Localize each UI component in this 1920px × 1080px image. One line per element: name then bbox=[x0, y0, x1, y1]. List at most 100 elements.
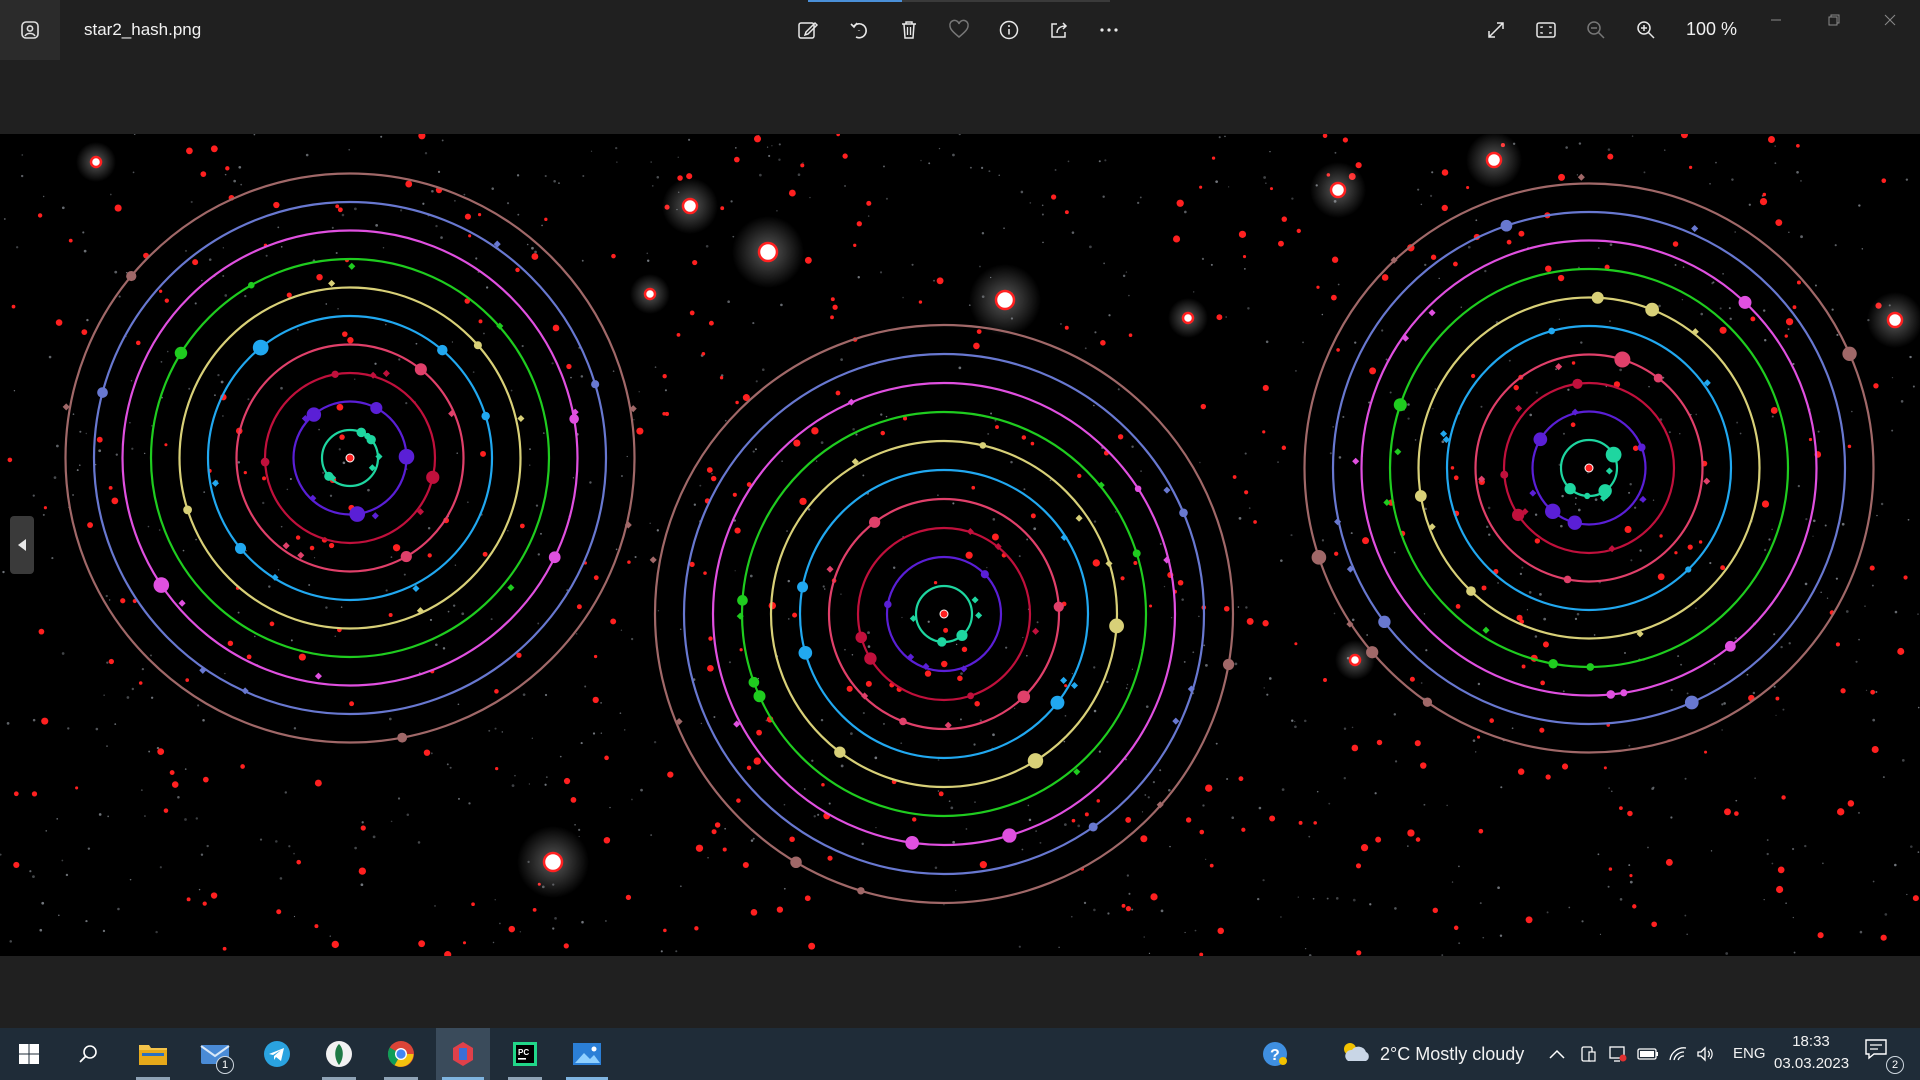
star-marker bbox=[830, 315, 834, 320]
star-marker bbox=[185, 678, 190, 682]
star-marker bbox=[87, 522, 94, 529]
star-marker bbox=[604, 837, 611, 843]
planet bbox=[857, 887, 865, 895]
file-explorer-app[interactable] bbox=[126, 1028, 180, 1080]
weather-icon[interactable] bbox=[1340, 1040, 1372, 1064]
previous-image-button[interactable] bbox=[10, 516, 34, 574]
planet bbox=[884, 600, 892, 609]
leaf-icon bbox=[326, 1041, 352, 1067]
close-button[interactable] bbox=[1867, 4, 1913, 36]
star-marker bbox=[75, 786, 79, 790]
star-marker bbox=[804, 256, 812, 264]
minimize-button[interactable] bbox=[1753, 4, 1799, 36]
telegram-app[interactable] bbox=[250, 1028, 304, 1080]
star-marker bbox=[495, 767, 499, 771]
edit-image-button[interactable] bbox=[790, 12, 826, 48]
input-language[interactable]: ENG bbox=[1733, 1045, 1766, 1062]
star-marker bbox=[835, 390, 841, 396]
battery-icon[interactable] bbox=[1636, 1042, 1660, 1066]
star-marker bbox=[1149, 604, 1153, 608]
search-button[interactable] bbox=[62, 1028, 116, 1080]
jetbrains-toolbox-app[interactable] bbox=[436, 1028, 490, 1080]
photos-app[interactable] bbox=[560, 1028, 614, 1080]
more-options-button[interactable] bbox=[1091, 12, 1127, 48]
star-marker bbox=[592, 696, 599, 704]
star-marker bbox=[1117, 434, 1124, 440]
show-hidden-icons-button[interactable] bbox=[1545, 1042, 1569, 1066]
star-marker bbox=[880, 430, 886, 436]
weather-text[interactable]: 2°C Mostly cloudy bbox=[1380, 1044, 1524, 1065]
star-marker bbox=[853, 243, 857, 247]
star-marker bbox=[1092, 559, 1100, 567]
star-marker bbox=[515, 267, 520, 273]
share-button[interactable] bbox=[1041, 12, 1077, 48]
star-map-image bbox=[0, 134, 1920, 956]
star-marker bbox=[1298, 820, 1303, 825]
planet bbox=[1605, 446, 1622, 463]
star-marker bbox=[1781, 795, 1786, 800]
planet bbox=[1053, 601, 1064, 612]
star-marker bbox=[1238, 776, 1244, 782]
start-button[interactable] bbox=[2, 1028, 56, 1080]
star-marker bbox=[296, 859, 302, 865]
star-marker bbox=[1775, 696, 1780, 701]
planet bbox=[737, 595, 748, 606]
star-marker bbox=[314, 779, 322, 787]
mongodb-compass-app[interactable] bbox=[312, 1028, 366, 1080]
zoom-out-button[interactable] bbox=[1578, 12, 1614, 48]
device-icon[interactable] bbox=[1576, 1042, 1600, 1066]
planet bbox=[481, 411, 490, 421]
star-marker bbox=[912, 817, 917, 822]
chrome-app[interactable] bbox=[374, 1028, 428, 1080]
delete-button[interactable] bbox=[891, 12, 927, 48]
star-marker bbox=[979, 861, 987, 869]
security-icon[interactable] bbox=[1606, 1042, 1630, 1066]
star-marker bbox=[111, 497, 119, 505]
clock-time[interactable]: 18:33 bbox=[1776, 1033, 1846, 1050]
photos-app-icon[interactable] bbox=[0, 0, 60, 60]
fit-to-window-button[interactable] bbox=[1528, 12, 1564, 48]
star-marker bbox=[734, 156, 740, 163]
star-marker bbox=[1232, 475, 1237, 479]
star-marker bbox=[1506, 239, 1512, 245]
info-button[interactable] bbox=[991, 12, 1027, 48]
star-marker bbox=[1603, 766, 1607, 770]
star-marker bbox=[200, 171, 207, 177]
volume-icon[interactable] bbox=[1694, 1042, 1718, 1066]
planet bbox=[1088, 822, 1098, 832]
star-marker bbox=[1796, 280, 1801, 285]
planet bbox=[1614, 351, 1631, 368]
star-marker bbox=[120, 598, 126, 604]
star-marker bbox=[1518, 230, 1525, 237]
image-canvas[interactable] bbox=[0, 134, 1920, 956]
rotate-button[interactable] bbox=[841, 12, 877, 48]
zoom-in-button[interactable] bbox=[1628, 12, 1664, 48]
star-marker bbox=[1278, 240, 1284, 247]
favorite-button[interactable] bbox=[941, 12, 977, 48]
telegram-icon bbox=[264, 1041, 290, 1067]
pycharm-app[interactable]: PC bbox=[498, 1028, 552, 1080]
planet bbox=[235, 542, 247, 554]
zoom-level[interactable]: 100 % bbox=[1686, 19, 1737, 40]
star-marker bbox=[708, 320, 714, 326]
star-marker bbox=[799, 497, 807, 506]
wifi-icon[interactable] bbox=[1666, 1042, 1690, 1066]
help-icon[interactable]: ? bbox=[1262, 1041, 1288, 1067]
star-marker bbox=[335, 204, 340, 209]
star-marker bbox=[627, 560, 631, 564]
full-screen-button[interactable] bbox=[1478, 12, 1514, 48]
planet bbox=[370, 401, 383, 415]
planet bbox=[1511, 508, 1525, 522]
star-marker bbox=[1173, 235, 1181, 243]
star-marker bbox=[570, 797, 577, 803]
star-marker bbox=[1441, 204, 1448, 212]
star-marker bbox=[478, 319, 483, 324]
star-marker bbox=[836, 134, 840, 137]
phone-link-icon bbox=[1581, 1046, 1596, 1062]
mail-app[interactable]: 1 bbox=[188, 1028, 242, 1080]
star-marker bbox=[746, 765, 752, 771]
star-marker bbox=[1632, 445, 1639, 451]
star-marker bbox=[1903, 575, 1908, 580]
clock-date[interactable]: 03.03.2023 bbox=[1774, 1055, 1849, 1072]
restore-button[interactable] bbox=[1811, 4, 1857, 36]
